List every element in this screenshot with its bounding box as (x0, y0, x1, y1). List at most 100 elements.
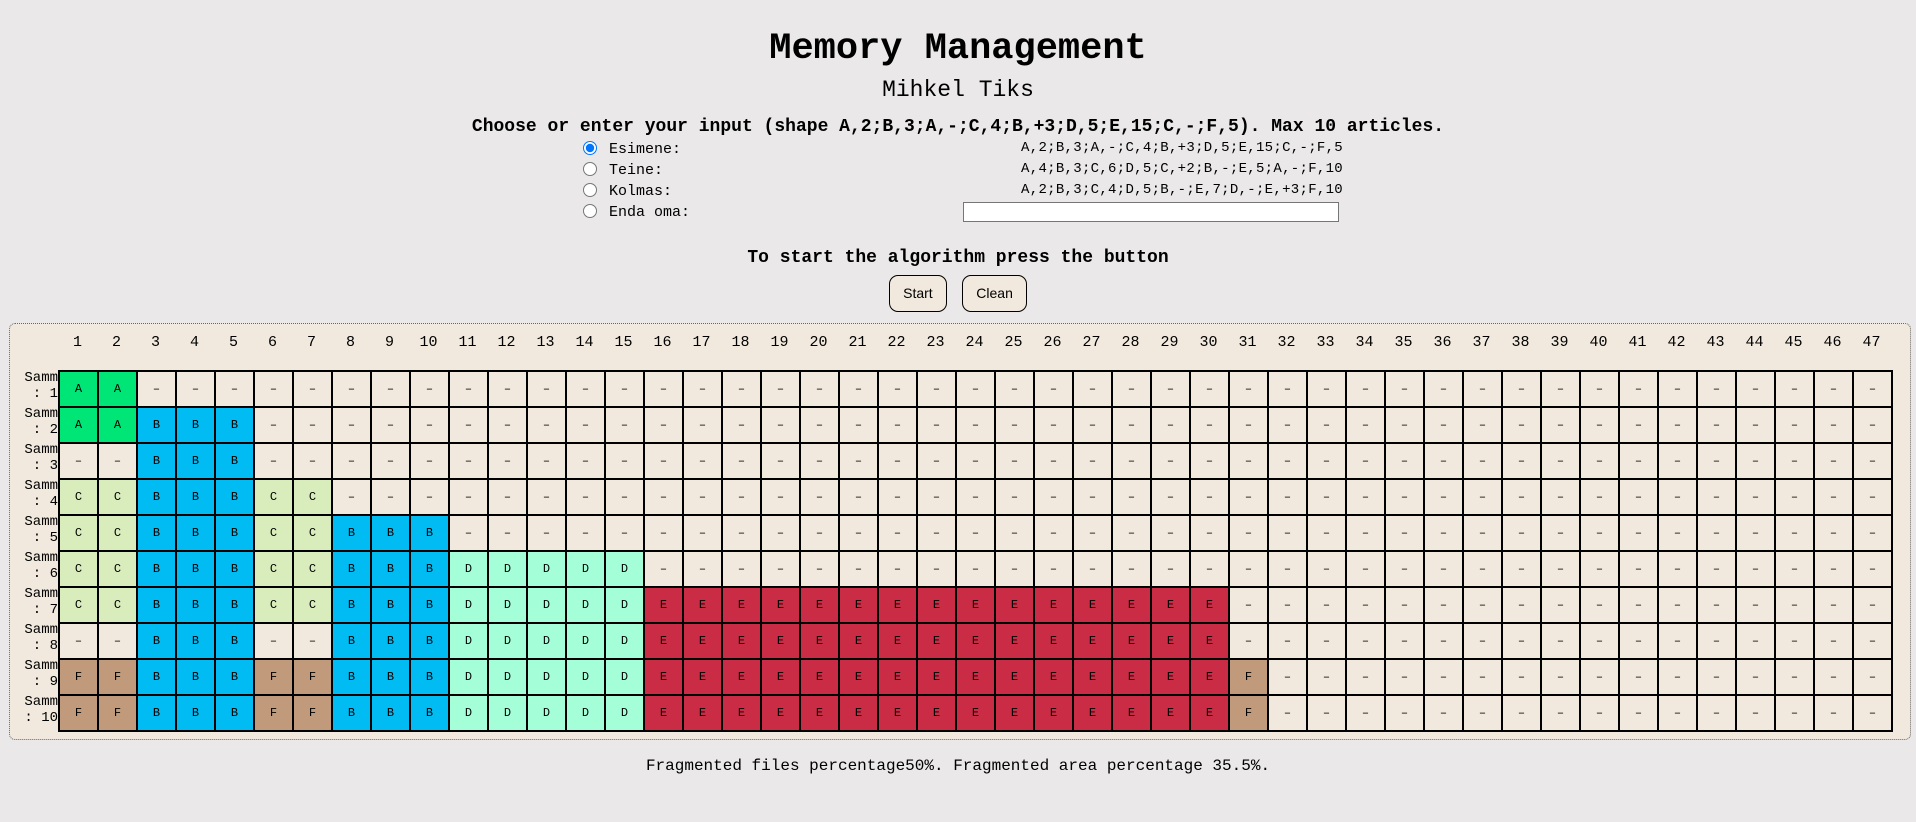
option-kolmas-radio[interactable] (583, 183, 597, 197)
memory-cell: – (1813, 550, 1854, 588)
memory-cell: – (1345, 442, 1386, 480)
option-teine-label: Teine: (609, 162, 664, 179)
memory-cell: B (214, 694, 255, 732)
option-teine[interactable]: Teine: A,4;B,3;C,6;D,5;C,+2;B,-;E,5;A,-;… (583, 159, 1343, 180)
memory-cell: – (916, 442, 957, 480)
memory-cell: – (1813, 370, 1854, 408)
memory-cell: B (175, 478, 216, 516)
memory-cell: – (1657, 550, 1698, 588)
option-enda-oma-radio[interactable] (583, 204, 597, 218)
button-bar: Start Clean (0, 275, 1916, 312)
memory-cell: E (643, 622, 684, 660)
memory-cell: – (1696, 658, 1737, 696)
memory-cell: D (565, 622, 606, 660)
memory-cell: E (721, 586, 762, 624)
option-teine-radio[interactable] (583, 162, 597, 176)
row-label: Samm : 1 (24, 370, 58, 402)
memory-cell: E (955, 658, 996, 696)
option-esimene-radio[interactable] (583, 141, 597, 155)
memory-cell: – (1423, 550, 1464, 588)
memory-cell: – (1540, 658, 1581, 696)
memory-cell: – (1618, 694, 1659, 732)
grid-row: F F B B B F F B B B D D D D D E E E E E E E E E E E E E E E F – – – – – – – – –… (58, 658, 1893, 696)
memory-cell: – (1852, 586, 1893, 624)
memory-cell: D (604, 658, 645, 696)
memory-cell: E (838, 586, 879, 624)
memory-cell: – (1306, 370, 1347, 408)
start-button[interactable]: Start (889, 275, 947, 312)
memory-cell: – (1735, 370, 1776, 408)
memory-cell: – (214, 370, 255, 408)
memory-cell: – (1852, 622, 1893, 660)
memory-cell: E (877, 586, 918, 624)
memory-cell: E (916, 586, 957, 624)
memory-cell: B (331, 658, 372, 696)
memory-cell: – (1657, 658, 1698, 696)
option-enda-oma[interactable]: Enda oma: (583, 201, 1343, 222)
memory-cell: B (136, 406, 177, 444)
memory-cell: E (721, 694, 762, 732)
fragmentation-summary: Fragmented files percentage50%. Fragment… (645, 757, 1271, 775)
column-number: 14 (575, 334, 594, 351)
grid-row: C C B B B C C B B B D D D D D – – – – – – – – – – – – – – – – – – – – – – – – –… (58, 550, 1893, 588)
memory-cell: – (1033, 514, 1074, 552)
memory-cell: – (1657, 406, 1698, 444)
memory-cell: – (643, 442, 684, 480)
custom-input-field[interactable] (963, 202, 1339, 222)
memory-cell: – (838, 514, 879, 552)
memory-cell: – (682, 478, 723, 516)
memory-cell: – (799, 442, 840, 480)
column-number: 13 (536, 334, 555, 351)
memory-cell: E (721, 658, 762, 696)
memory-cell: E (1150, 586, 1191, 624)
memory-cell: – (1423, 622, 1464, 660)
memory-cell: – (1462, 442, 1503, 480)
memory-cell: E (1189, 586, 1230, 624)
memory-cell: – (1657, 370, 1698, 408)
memory-cell: – (916, 550, 957, 588)
memory-cell: D (448, 622, 489, 660)
memory-cell: – (1228, 622, 1269, 660)
memory-cell: C (97, 550, 138, 588)
memory-cell: – (1501, 478, 1542, 516)
memory-cell: – (370, 442, 411, 480)
memory-cell: – (565, 442, 606, 480)
memory-cell: D (448, 586, 489, 624)
memory-cell: B (214, 514, 255, 552)
row-label: Samm : 8 (24, 622, 58, 654)
memory-cell: – (565, 406, 606, 444)
memory-cell: – (604, 406, 645, 444)
column-number: 46 (1823, 334, 1842, 351)
row-label: Samm : 5 (24, 514, 58, 546)
row-label: Samm : 4 (24, 478, 58, 510)
column-number: 20 (809, 334, 828, 351)
option-esimene[interactable]: Esimene: A,2;B,3;A,-;C,4;B,+3;D,5;E,15;C… (583, 138, 1343, 159)
memory-cell: B (409, 622, 450, 660)
column-number: 31 (1238, 334, 1257, 351)
memory-cell: – (1267, 406, 1308, 444)
column-number: 39 (1550, 334, 1569, 351)
memory-cell: E (1189, 622, 1230, 660)
memory-cell: – (1501, 586, 1542, 624)
memory-cell: – (1189, 406, 1230, 444)
memory-cell: – (721, 406, 762, 444)
memory-cell: D (487, 550, 528, 588)
memory-cell: – (409, 370, 450, 408)
memory-cell: – (1462, 514, 1503, 552)
memory-cell: – (1306, 550, 1347, 588)
memory-cell: – (331, 370, 372, 408)
memory-cell: – (877, 442, 918, 480)
memory-cell: – (799, 514, 840, 552)
option-kolmas[interactable]: Kolmas: A,2;B,3;C,4;D,5;B,-;E,7;D,-;E,+3… (583, 180, 1343, 201)
memory-cell: B (175, 406, 216, 444)
grid-row: A A – – – – – – – – – – – – – – – – – – – – – – – – – – – – – – – – – – – – – –… (58, 370, 1893, 408)
memory-cell: – (1501, 622, 1542, 660)
memory-cell: – (643, 478, 684, 516)
option-kolmas-label: Kolmas: (609, 183, 673, 200)
clean-button[interactable]: Clean (962, 275, 1027, 312)
memory-cell: – (1072, 442, 1113, 480)
memory-cell: – (1618, 514, 1659, 552)
memory-cell: – (1618, 586, 1659, 624)
memory-cell: E (799, 658, 840, 696)
memory-cell: – (1579, 550, 1620, 588)
